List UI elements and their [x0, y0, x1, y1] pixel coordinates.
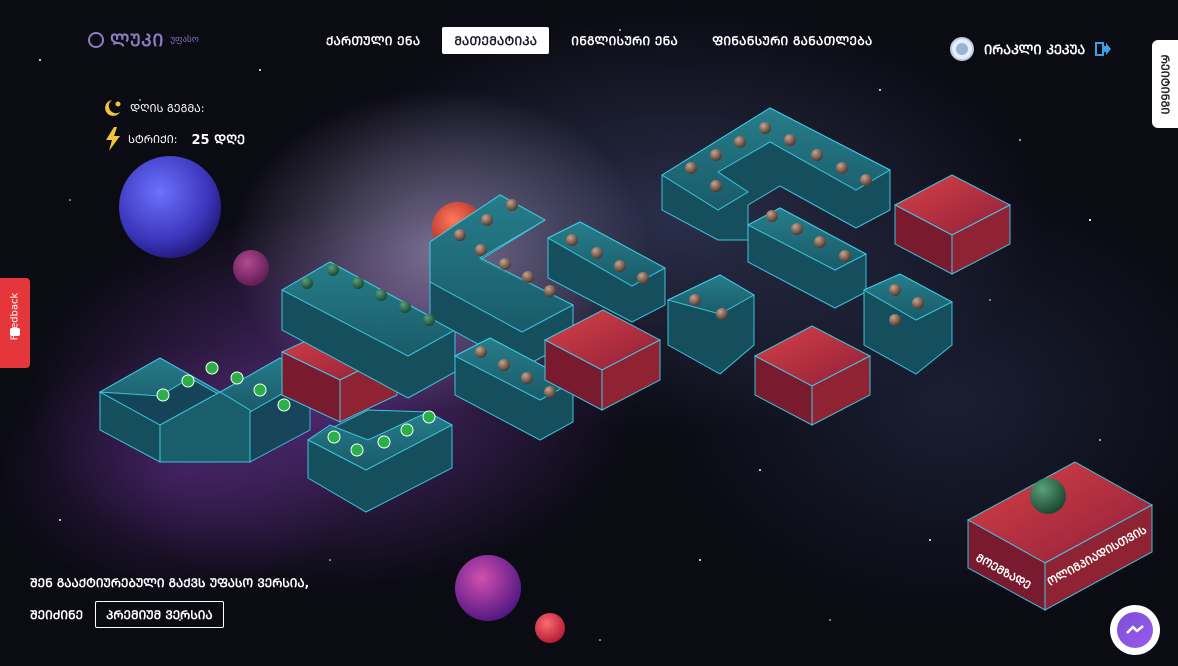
level-block-red-4[interactable] — [893, 174, 1012, 275]
check-icon — [327, 430, 341, 444]
nav-item-math[interactable]: ᲛᲐᲗᲔᲛᲐᲢᲘᲙᲐ — [442, 27, 550, 54]
check-icon — [181, 374, 195, 388]
check-icon — [422, 410, 436, 424]
days-label: ᲓᲦᲘᲡ ᲒᲔᲒᲛᲐ: — [130, 101, 205, 115]
user-menu[interactable]: ᲘᲠᲐᲙᲚᲘ ᲙᲔᲙᲣᲐ — [950, 37, 1112, 61]
check-icon — [377, 435, 391, 449]
level-block-1[interactable] — [98, 357, 311, 463]
stat-days: ᲓᲦᲘᲡ ᲒᲔᲒᲛᲐ: — [102, 98, 204, 118]
logo-sub: უფასო — [170, 34, 199, 45]
logo[interactable]: ᲚᲣᲙᲘ უფასო — [88, 28, 199, 51]
check-icon — [230, 371, 244, 385]
check-icon — [350, 443, 364, 457]
level-block-8[interactable] — [666, 274, 756, 375]
user-name: ᲘᲠᲐᲙᲚᲘ ᲙᲔᲙᲣᲐ — [984, 43, 1086, 58]
messenger-button[interactable] — [1110, 605, 1160, 655]
level-block-red-3[interactable] — [753, 325, 872, 426]
buy-label: ᲨᲔᲘᲫᲘᲜᲔ — [30, 608, 84, 622]
level-block-2[interactable] — [307, 409, 454, 513]
bonus-value: 25 ᲓᲦᲔ — [191, 133, 246, 148]
check-icon — [277, 398, 291, 412]
free-version-text: ᲨᲔᲜ ᲒᲐᲐᲥᲢᲘᲣᲠᲔᲑᲣᲚᲘ ᲒᲐᲥᲕᲡ ᲣᲤᲐᲡᲝ ᲕᲔᲠᲡᲘᲐ, — [30, 576, 310, 590]
nav-item-georgian[interactable]: ᲥᲐᲠᲗᲣᲚᲘ ᲔᲜᲐ — [314, 27, 432, 54]
rating-tab-label: ᲠᲔᲘᲢᲘᲜᲒᲘ — [1158, 54, 1172, 114]
logo-icon — [88, 31, 104, 48]
premium-button[interactable]: ᲞᲠᲔᲛᲘᲣᲛ ᲕᲔᲠᲡᲘᲐ — [95, 601, 224, 628]
stat-bonus: ᲡᲢᲠᲘᲥᲘ: 25 ᲓᲦᲔ — [104, 127, 245, 151]
nav-item-finance[interactable]: ᲤᲘᲜᲐᲜᲡᲣᲠᲘ ᲒᲐᲜᲐᲗᲚᲔᲑᲐ — [700, 27, 885, 54]
rating-tab[interactable]: ᲠᲔᲘᲢᲘᲜᲒᲘ — [1152, 40, 1178, 128]
logout-icon[interactable] — [1095, 42, 1112, 56]
level-block-10[interactable] — [862, 273, 954, 375]
bonus-label: ᲡᲢᲠᲘᲥᲘ: — [128, 132, 178, 146]
planet-plum — [233, 250, 269, 286]
main-nav: ᲥᲐᲠᲗᲣᲚᲘ ᲔᲜᲐ ᲛᲐᲗᲔᲛᲐᲢᲘᲙᲐ ᲘᲜᲒᲚᲘᲡᲣᲠᲘ ᲔᲜᲐ ᲤᲘᲜ… — [314, 27, 895, 54]
planet-red-small — [535, 613, 565, 643]
check-icon — [253, 383, 267, 397]
messenger-icon — [1117, 612, 1153, 648]
check-icon — [205, 361, 219, 375]
premium-row: ᲨᲔᲘᲫᲘᲜᲔ ᲞᲠᲔᲛᲘᲣᲛ ᲕᲔᲠᲡᲘᲐ — [30, 601, 224, 628]
planet-blue — [119, 156, 221, 258]
feedback-button[interactable]: Feedback — [0, 278, 30, 368]
moon-icon — [105, 100, 121, 116]
planet-magenta — [455, 555, 521, 621]
feedback-label: Feedback — [9, 292, 21, 340]
check-icon — [400, 423, 414, 437]
check-icon — [156, 388, 170, 402]
nav-item-english[interactable]: ᲘᲜᲒᲚᲘᲡᲣᲠᲘ ᲔᲜᲐ — [559, 27, 690, 54]
avatar[interactable] — [950, 37, 974, 61]
logo-text: ᲚᲣᲙᲘ — [110, 31, 165, 51]
lightning-icon — [106, 127, 120, 151]
